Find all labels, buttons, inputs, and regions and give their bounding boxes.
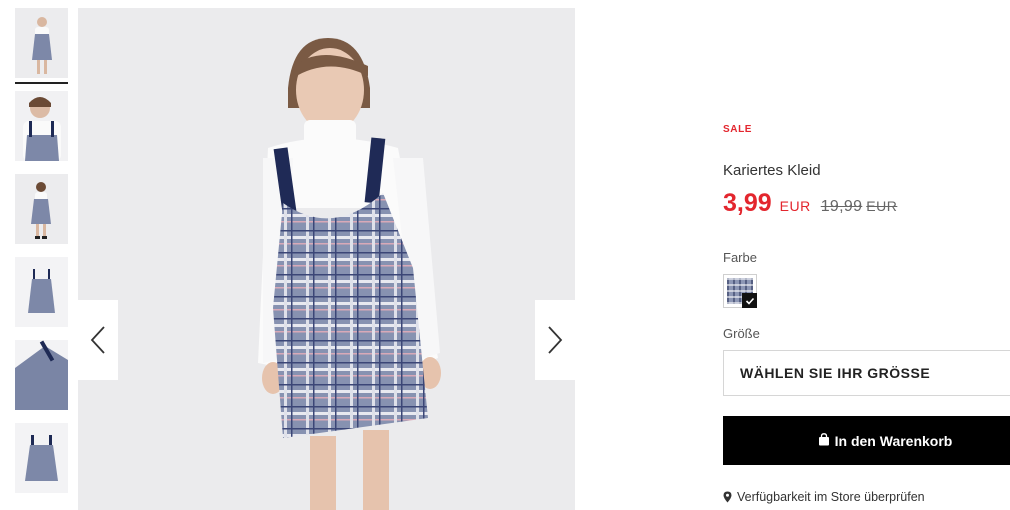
current-price: 3,99 [723,189,772,217]
thumbnail-6[interactable] [15,423,68,493]
product-page: SALE Kariertes Kleid 3,99 EUR 19,99 EUR … [0,0,1010,510]
add-to-cart-label: In den Warenkorb [834,432,953,449]
map-pin-icon [723,491,732,503]
chevron-left-icon [90,326,105,354]
thumbnail-5[interactable] [15,340,68,410]
original-price-currency: EUR [866,198,898,214]
main-product-image [78,8,575,510]
color-swatch-plaid[interactable] [723,274,757,308]
add-to-cart-button[interactable]: In den Warenkorb [723,416,1010,465]
thumbnail-1[interactable] [15,8,68,84]
current-price-currency: EUR [779,198,811,214]
sale-badge: SALE [723,124,753,135]
store-availability-link[interactable]: Verfügbarkeit im Store überprüfen [723,490,925,504]
color-label: Farbe [723,250,757,265]
product-photo [78,8,575,510]
size-select[interactable]: WÄHLEN SIE IHR GRÖSSE [723,350,1010,396]
shopping-bag-icon [818,432,830,449]
price-row: 3,99 EUR 19,99 EUR [723,189,897,218]
thumbnail-3[interactable] [15,174,68,244]
previous-image-button[interactable] [78,300,118,380]
product-title: Kariertes Kleid [723,162,821,179]
chevron-right-icon [548,326,563,354]
size-label: Größe [723,326,760,341]
thumbnail-4[interactable] [15,257,68,327]
thumbnail-2[interactable] [15,91,68,161]
check-icon [742,293,757,308]
store-availability-label: Verfügbarkeit im Store überprüfen [737,490,925,504]
original-price: 19,99 [820,198,863,215]
next-image-button[interactable] [535,300,575,380]
thumbnail-list [15,8,69,506]
